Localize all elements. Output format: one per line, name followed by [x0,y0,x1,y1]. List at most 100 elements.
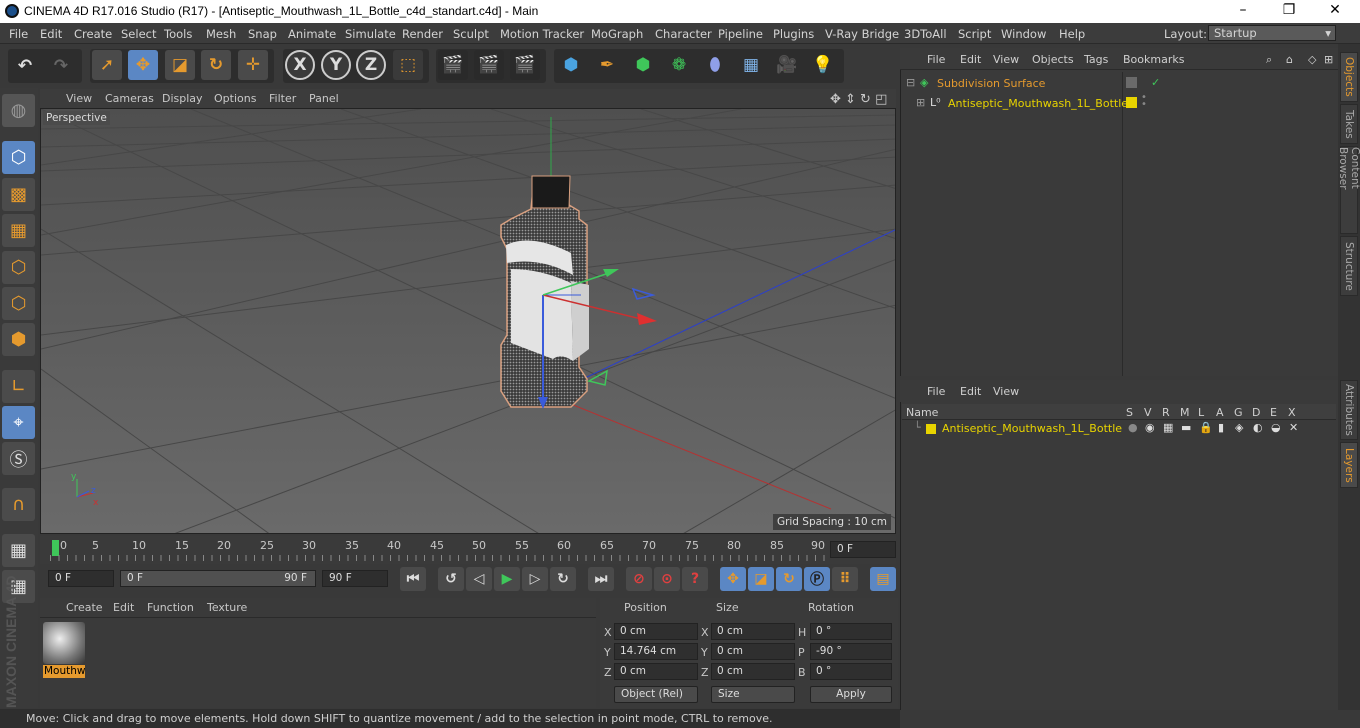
texture-mode-button[interactable]: ▩ [2,178,35,211]
size-x-field[interactable]: 0 cm [711,623,795,640]
subdivision-button[interactable]: ⬢ [628,50,658,80]
cube-primitive-button[interactable]: ⬢ [556,50,586,80]
key-position-button[interactable]: ✥ [720,567,746,591]
menu-script[interactable]: Script [958,27,991,41]
material-name[interactable]: Mouthw [43,665,85,678]
y-axis-lock-button[interactable]: Y [321,50,351,80]
rot-p-field[interactable]: -90 ° [810,643,892,660]
menu-window[interactable]: Window [1001,27,1046,41]
pos-x-field[interactable]: 0 cm [614,623,698,640]
maximize-button[interactable]: ❐ [1274,2,1304,18]
obj-menu-tags[interactable]: Tags [1084,53,1108,66]
layers-icon[interactable]: ◇ [1308,53,1316,66]
xref-icon[interactable]: ✕ [1289,421,1298,434]
pos-z-field[interactable]: 0 cm [614,663,698,680]
vp-menu-filter[interactable]: Filter [269,92,296,105]
render-view-button[interactable]: 🎬 [438,50,468,80]
obj-menu-file[interactable]: File [927,53,945,66]
obj-menu-bookmarks[interactable]: Bookmarks [1123,53,1184,66]
vp-menu-options[interactable]: Options [214,92,256,105]
render-clapper-icon[interactable]: ▦ [1163,421,1173,434]
solo-dot-icon[interactable]: ● [1128,421,1138,434]
vp-menu-cameras[interactable]: Cameras [105,92,154,105]
solo-button[interactable]: Ⓢ [2,442,35,475]
workplane-button[interactable]: ▦ [2,534,35,567]
animation-icon[interactable]: ▮ [1218,421,1224,434]
object-row-subdivision[interactable]: ⊟ ◈ Subdivision Surface [904,75,1136,92]
axis-mode-button[interactable]: ∟ [2,370,35,403]
prev-frame-button[interactable]: ◁ [466,567,492,591]
key-scale-button[interactable]: ◪ [748,567,774,591]
subdivision-tag-icon[interactable] [1126,77,1137,88]
size-mode-dropdown[interactable]: Size [711,686,795,703]
menu-sculpt[interactable]: Sculpt [453,27,489,41]
floor-button[interactable]: ▦ [736,50,766,80]
camera-button[interactable]: 🎥 [772,50,802,80]
scale-tool-button[interactable]: ◪ [165,50,195,80]
make-editable-button[interactable]: ◍ [2,94,35,127]
obj-menu-objects[interactable]: Objects [1032,53,1074,66]
tab-takes[interactable]: Takes [1340,104,1358,144]
undo-icon[interactable]: ↶ [10,51,40,81]
size-z-field[interactable]: 0 cm [711,663,795,680]
obj-menu-view[interactable]: View [993,53,1019,66]
menu-character[interactable]: Character [655,27,712,41]
layer-menu-file[interactable]: File [927,385,945,398]
x-axis-lock-button[interactable]: X [285,50,315,80]
polygons-mode-button[interactable]: ⬢ [2,323,35,356]
menu-pipeline[interactable]: Pipeline [718,27,763,41]
points-mode-button[interactable]: ⬡ [2,251,35,284]
viewport-nav-icon[interactable]: ✥ ⇕ ↻ ◰ [830,92,887,107]
tab-attributes[interactable]: Attributes [1340,380,1358,440]
menu-tools[interactable]: Tools [164,27,192,41]
layer-row[interactable]: └ Antiseptic_Mouthwash_1L_Bottle ● ◉ ▦ ▬… [902,421,1336,436]
menu-file[interactable]: File [9,27,28,41]
coordinate-mode-dropdown[interactable]: Object (Rel) [614,686,698,703]
next-key-button[interactable]: ↻ [550,567,576,591]
menu-3dtoall[interactable]: 3DToAll [904,27,947,41]
layer-menu-edit[interactable]: Edit [960,385,981,398]
model-mode-button[interactable]: ⬡ [2,141,35,174]
mat-menu-function[interactable]: Function [147,601,194,614]
material-thumbnail[interactable] [43,622,85,664]
tab-structure[interactable]: Structure [1340,236,1358,296]
snap-button[interactable]: ∩ [2,488,35,521]
rotate-tool-button[interactable]: ↻ [201,50,231,80]
menu-snap[interactable]: Snap [248,27,277,41]
eye-icon[interactable]: ◉ [1145,421,1155,434]
redo-icon[interactable]: ↷ [46,51,76,81]
generator-icon[interactable]: ◈ [1235,421,1243,434]
key-parameter-button[interactable]: Ⓟ [804,567,830,591]
tab-layers[interactable]: Layers [1340,442,1358,488]
mat-menu-create[interactable]: Create [66,601,103,614]
home-icon[interactable]: ⌂ [1286,53,1293,66]
menu-render[interactable]: Render [402,27,443,41]
move-tool-button[interactable]: ✥ [128,50,158,80]
vp-menu-display[interactable]: Display [162,92,203,105]
size-y-field[interactable]: 0 cm [711,643,795,660]
frame-range-slider[interactable]: 0 F 90 F [120,570,316,587]
enabled-check-icon[interactable]: ✓ [1151,76,1160,89]
expand-icon[interactable]: ⊞ [1324,53,1333,66]
light-button[interactable]: 💡 [808,50,838,80]
current-frame-field[interactable]: 0 F [830,541,896,558]
key-pla-button[interactable]: ⠿ [832,567,858,591]
spline-pen-button[interactable]: ✒ [592,50,622,80]
autokey-button[interactable]: ⊙ [654,567,680,591]
prev-key-button[interactable]: ↺ [438,567,464,591]
pos-y-field[interactable]: 14.764 cm [614,643,698,660]
timeline-ruler[interactable]: 0 5 10 15 20 25 30 35 40 45 50 55 60 65 … [40,536,896,564]
menu-edit[interactable]: Edit [40,27,62,41]
end-frame-field[interactable]: 90 F [322,570,388,587]
key-rotation-button[interactable]: ↻ [776,567,802,591]
render-picture-viewer-button[interactable]: 🎬 [474,50,504,80]
obj-menu-edit[interactable]: Edit [960,53,981,66]
render-settings-button[interactable]: 🎬 [510,50,540,80]
mograph-cloner-button[interactable]: ❁ [664,50,694,80]
menu-motion-tracker[interactable]: Motion Tracker [500,27,584,41]
start-frame-field[interactable]: 0 F [48,570,114,587]
menu-mograph[interactable]: MoGraph [591,27,643,41]
collapse-icon[interactable]: ⊟ [906,76,915,89]
play-button[interactable]: ▶ [494,567,520,591]
layer-color-swatch[interactable] [1126,97,1137,108]
